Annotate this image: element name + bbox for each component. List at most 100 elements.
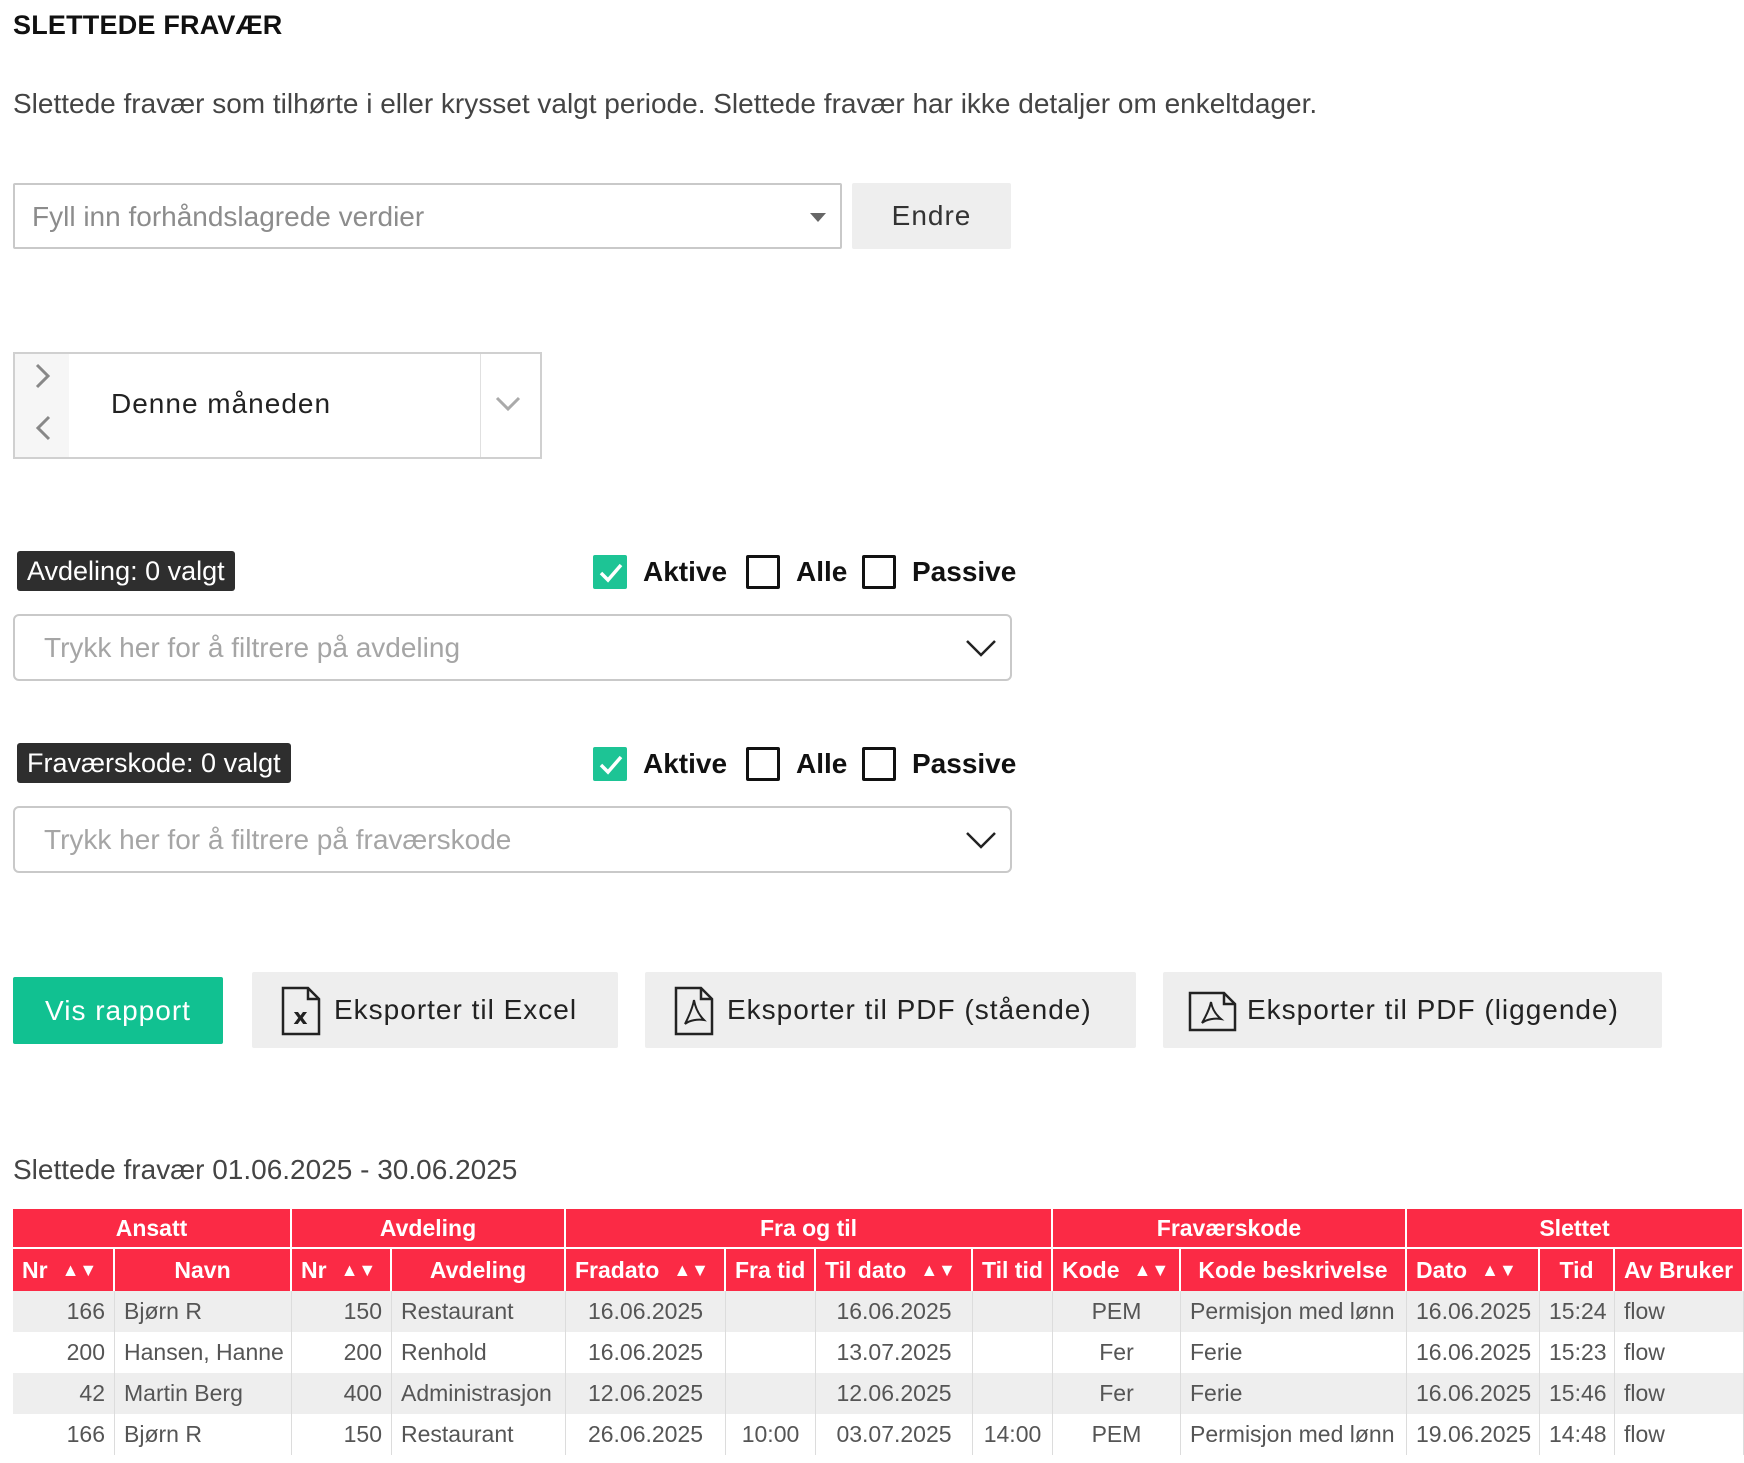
column-header-label: Nr <box>22 1256 48 1283</box>
table-cell-tid: 15:46 <box>1540 1373 1615 1414</box>
column-header-label: Navn <box>174 1256 231 1283</box>
column-header-dato[interactable]: Dato ▲▼ <box>1407 1249 1540 1291</box>
table-cell-kode: PEM <box>1053 1291 1181 1332</box>
table-cell-avdeling: Restaurant <box>392 1414 566 1455</box>
table-row: 200 Hansen, Hanne 200 Renhold 16.06.2025 13.0… <box>13 1332 1744 1373</box>
table-cell-avdeling: Renhold <box>392 1332 566 1373</box>
chevron-down-icon <box>966 640 996 657</box>
table-cell-kode-beskrivelse: Ferie <box>1181 1373 1407 1414</box>
absence-code-passive-checkbox[interactable] <box>862 747 896 781</box>
column-header-fra-tid: Fra tid <box>726 1249 816 1291</box>
table-cell-nr: 150 <box>292 1414 392 1455</box>
column-header-kode[interactable]: Kode ▲▼ <box>1053 1249 1181 1291</box>
table-cell-navn: Bjørn R <box>115 1414 292 1455</box>
table-group-header-row: Ansatt Avdeling Fra og til Fraværskode Slett… <box>13 1209 1744 1249</box>
column-header-label: Fradato <box>575 1256 660 1283</box>
export-pdf-portrait-button[interactable]: Eksporter til PDF (stående) <box>645 972 1136 1048</box>
show-report-button[interactable]: Vis rapport <box>13 977 223 1044</box>
period-dropdown-button[interactable] <box>493 392 523 416</box>
table-cell-fradato: 12.06.2025 <box>566 1373 726 1414</box>
report-title: Slettede fravær 01.06.2025 - 30.06.2025 <box>13 1154 518 1185</box>
preset-select[interactable]: Fyll inn forhåndslagrede verdier <box>13 183 842 249</box>
column-header-nr[interactable]: Nr ▲▼ <box>292 1249 392 1291</box>
department-all-label: Alle <box>796 556 848 587</box>
table-cell-tid: 15:24 <box>1540 1291 1615 1332</box>
table-cell-til-tid: 14:00 <box>973 1414 1053 1455</box>
table-cell-nr: 166 <box>13 1291 115 1332</box>
sort-icon[interactable]: ▲▼ <box>62 1260 98 1281</box>
table-cell-av-bruker: flow <box>1615 1332 1744 1373</box>
column-header-nr[interactable]: Nr ▲▼ <box>13 1249 115 1291</box>
export-excel-label: Eksporter til Excel <box>334 994 578 1025</box>
absence-code-filter-select[interactable]: Trykk her for å filtrere på fraværskode <box>13 806 1012 873</box>
column-header-til-tid: Til tid <box>973 1249 1053 1291</box>
department-filter-placeholder: Trykk her for å filtrere på avdeling <box>44 632 461 663</box>
department-active-checkbox[interactable] <box>593 555 627 589</box>
table-cell-fra-tid <box>726 1373 816 1414</box>
page-description: Slettede fravær som tilhørte i eller kry… <box>13 88 1318 119</box>
absence-code-active-checkbox[interactable] <box>593 747 627 781</box>
pdf-file-landscape-icon <box>1188 991 1237 1032</box>
sort-icon[interactable]: ▲▼ <box>1134 1260 1170 1281</box>
table-cell-fra-tid <box>726 1291 816 1332</box>
table-cell-til-dato: 12.06.2025 <box>816 1373 973 1414</box>
chevron-right-icon <box>35 363 51 389</box>
group-header-avdeling: Avdeling <box>292 1209 566 1247</box>
column-header-fradato[interactable]: Fradato ▲▼ <box>566 1249 726 1291</box>
group-header-fravaerskode: Fraværskode <box>1053 1209 1407 1247</box>
department-all-checkbox[interactable] <box>746 555 780 589</box>
sort-icon[interactable]: ▲▼ <box>673 1260 709 1281</box>
table-cell-til-tid <box>973 1291 1053 1332</box>
page-title: SLETTEDE FRAVÆR <box>13 10 283 40</box>
table-cell-fra-tid: 10:00 <box>726 1414 816 1455</box>
table-cell-dato: 16.06.2025 <box>1407 1332 1540 1373</box>
table-cell-navn: Bjørn R <box>115 1291 292 1332</box>
column-header-navn: Navn <box>115 1249 292 1291</box>
absence-code-all-checkbox[interactable] <box>746 747 780 781</box>
report-table: Ansatt Avdeling Fra og til Fraværskode Slett… <box>13 1209 1744 1455</box>
table-cell-kode: Fer <box>1053 1373 1181 1414</box>
table-cell-nr: 400 <box>292 1373 392 1414</box>
table-cell-nr: 150 <box>292 1291 392 1332</box>
table-cell-til-dato: 13.07.2025 <box>816 1332 973 1373</box>
table-cell-nr: 42 <box>13 1373 115 1414</box>
previous-period-button[interactable] <box>23 408 63 448</box>
column-header-til-dato[interactable]: Til dato ▲▼ <box>816 1249 973 1291</box>
chevron-left-icon <box>35 415 51 441</box>
change-preset-button[interactable]: Endre <box>852 183 1011 249</box>
table-cell-tid: 15:23 <box>1540 1332 1615 1373</box>
group-header-ansatt: Ansatt <box>13 1209 292 1247</box>
table-cell-fra-tid <box>726 1332 816 1373</box>
department-filter-select[interactable]: Trykk her for å filtrere på avdeling <box>13 614 1012 681</box>
department-passive-checkbox[interactable] <box>862 555 896 589</box>
checkmark-icon <box>599 563 623 583</box>
column-header-label: Avdeling <box>429 1256 527 1283</box>
preset-placeholder: Fyll inn forhåndslagrede verdier <box>32 201 425 232</box>
group-header-fra-og-til: Fra og til <box>566 1209 1053 1247</box>
export-excel-button[interactable]: x Eksporter til Excel <box>252 972 618 1048</box>
period-nav <box>15 354 69 457</box>
export-pdf-landscape-button[interactable]: Eksporter til PDF (liggende) <box>1163 972 1662 1048</box>
table-cell-navn: Martin Berg <box>115 1373 292 1414</box>
table-cell-kode-beskrivelse: Permisjon med lønn <box>1181 1414 1407 1455</box>
sort-icon[interactable]: ▲▼ <box>341 1260 377 1281</box>
table-cell-til-tid <box>973 1332 1053 1373</box>
absence-code-filter-placeholder: Trykk her for å filtrere på fraværskode <box>44 824 512 855</box>
sort-icon[interactable]: ▲▼ <box>920 1260 956 1281</box>
column-header-label: Tid <box>1559 1256 1594 1283</box>
table-row: 166 Bjørn R 150 Restaurant 16.06.2025 16.06.2… <box>13 1291 1744 1332</box>
column-header-av-bruker: Av Bruker <box>1615 1249 1744 1291</box>
column-header-label: Dato <box>1416 1256 1468 1283</box>
column-header-label: Til dato <box>825 1256 907 1283</box>
column-header-label: Av Bruker <box>1624 1256 1734 1283</box>
column-header-label: Kode beskrivelse <box>1198 1256 1388 1283</box>
export-pdf-portrait-label: Eksporter til PDF (stående) <box>727 994 1092 1025</box>
table-cell-fradato: 26.06.2025 <box>566 1414 726 1455</box>
table-cell-til-dato: 03.07.2025 <box>816 1414 973 1455</box>
table-cell-av-bruker: flow <box>1615 1414 1744 1455</box>
column-header-label: Kode <box>1062 1256 1120 1283</box>
sort-icon[interactable]: ▲▼ <box>1481 1260 1517 1281</box>
column-header-tid: Tid <box>1540 1249 1615 1291</box>
column-header-avdeling: Avdeling <box>392 1249 566 1291</box>
next-period-button[interactable] <box>23 356 63 396</box>
